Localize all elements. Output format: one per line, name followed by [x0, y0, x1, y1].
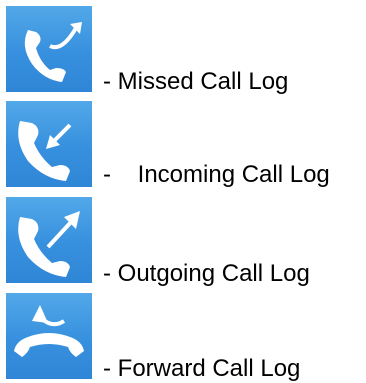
- incoming-call-icon: [6, 101, 92, 187]
- legend-item-incoming: - Incoming Call Log: [0, 97, 366, 189]
- forward-call-icon: [6, 293, 92, 379]
- legend-label-forward: - Forward Call Log: [103, 355, 301, 382]
- legend-label-missed: - Missed Call Log: [103, 68, 289, 95]
- legend-label-incoming: - Incoming Call Log: [103, 161, 330, 188]
- legend-item-outgoing: - Outgoing Call Log: [0, 195, 366, 287]
- outgoing-call-icon: [6, 197, 92, 283]
- legend-item-missed: - Missed Call Log: [0, 0, 366, 95]
- legend-item-forward: - Forward Call Log: [0, 291, 366, 383]
- missed-call-icon: [6, 6, 92, 92]
- legend-label-outgoing: - Outgoing Call Log: [103, 260, 310, 287]
